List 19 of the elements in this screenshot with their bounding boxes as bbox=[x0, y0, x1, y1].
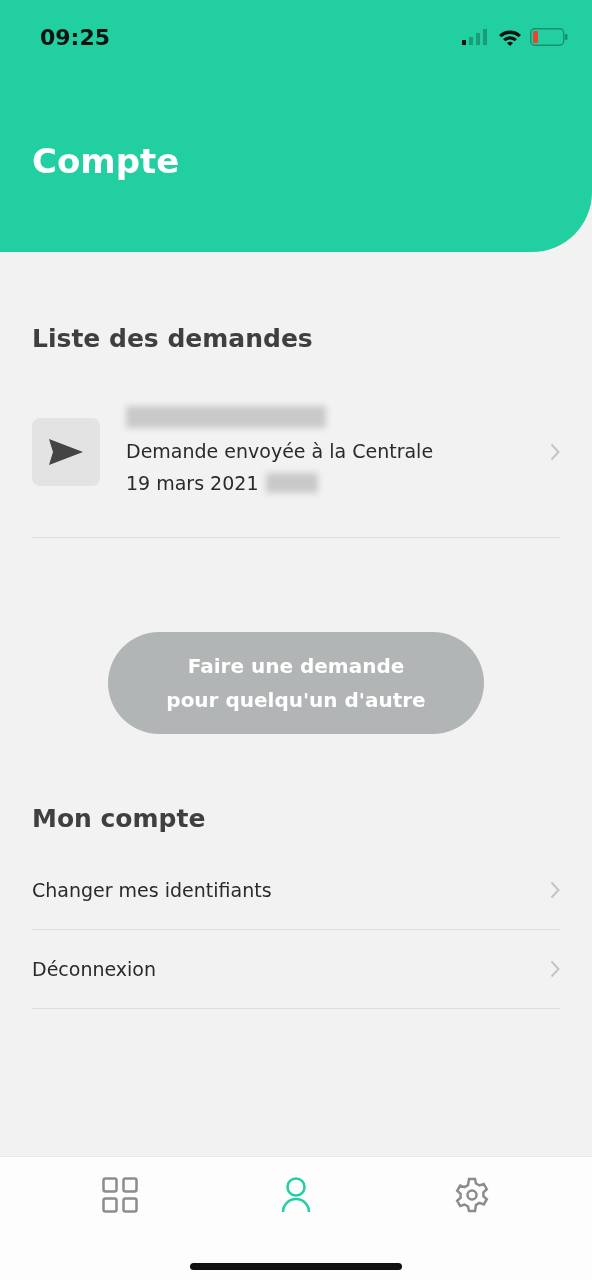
section-title: Liste des demandes bbox=[32, 323, 314, 355]
battery-icon bbox=[530, 28, 568, 46]
chevron-icon bbox=[550, 960, 560, 978]
send-icon bbox=[49, 439, 83, 465]
request-status: Demande envoyée à la Centrale bbox=[126, 438, 435, 464]
request-date: 19 mars 2021 bbox=[126, 470, 259, 496]
menu-item[interactable]: Changer mes identifiants bbox=[32, 875, 272, 905]
section-title: Mon compte bbox=[32, 802, 207, 835]
wifi-icon bbox=[498, 28, 522, 46]
chevron-icon bbox=[550, 881, 560, 899]
settings-icon bbox=[454, 1177, 491, 1213]
status-time: 09:25 bbox=[40, 23, 111, 52]
grid-icon bbox=[101, 1177, 138, 1213]
request-item[interactable]: Demande envoyée à la Centrale 19 mars 2021 bbox=[32, 357, 560, 538]
menu-item[interactable]: Déconnexion bbox=[32, 954, 157, 984]
page-title: Compte bbox=[32, 140, 180, 183]
chevron-icon bbox=[550, 443, 560, 461]
person-icon bbox=[281, 1177, 311, 1213]
signal-icon bbox=[462, 29, 490, 45]
